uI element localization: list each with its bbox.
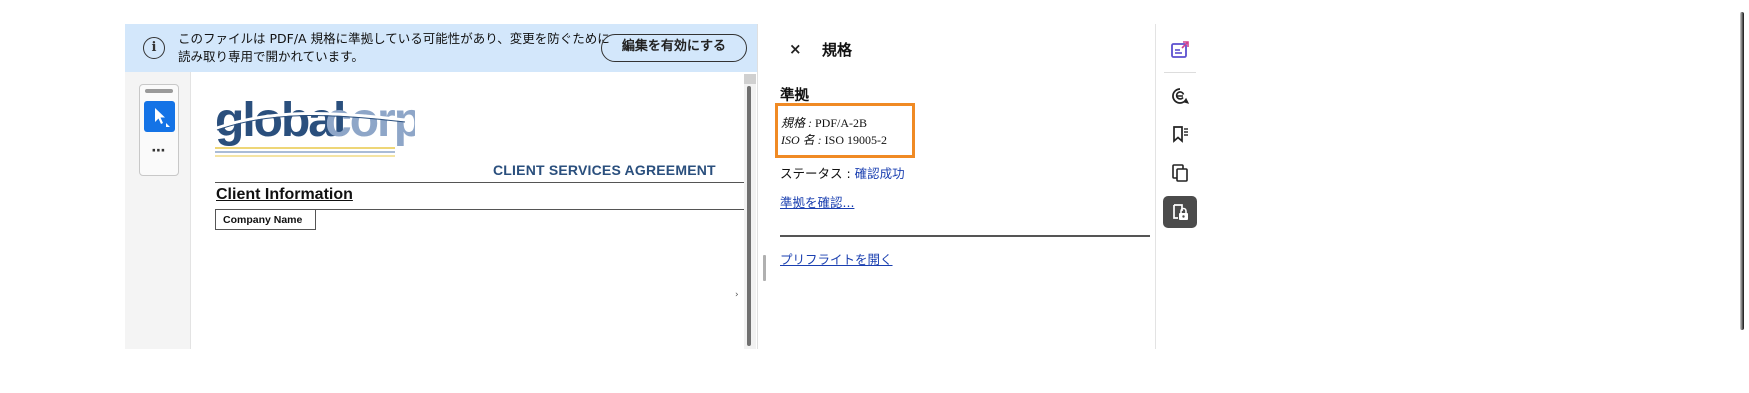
right-tool-rail (1155, 24, 1205, 349)
globalcorp-logo: global corp (215, 90, 424, 164)
info-icon: i (143, 37, 165, 59)
bookmark-icon (1173, 126, 1188, 143)
iso-value: ISO 19005-2 (824, 133, 888, 147)
client-information-heading: Client Information (216, 186, 353, 203)
standard-label: 規格 : (781, 116, 815, 130)
close-panel-button[interactable]: × (789, 40, 802, 58)
comment-icon (1172, 88, 1190, 104)
pages-icon (1172, 164, 1188, 182)
open-preflight-link[interactable]: プリフライトを開く (780, 249, 893, 268)
enable-editing-button[interactable]: 編集を有効にする (601, 34, 747, 62)
banner-message-line1: このファイルは PDF/A 規格に準拠している可能性があり、変更を防ぐために (178, 31, 610, 46)
scrollbar-thumb[interactable] (747, 86, 751, 346)
rail-standards-button[interactable] (1163, 196, 1197, 228)
rail-divider (1164, 72, 1196, 73)
window-edge-shadow (1740, 12, 1744, 330)
company-name-label: Company Name (223, 214, 303, 226)
verify-compliance-link[interactable]: 準拠を確認... (780, 192, 854, 211)
rail-bookmark-button[interactable] (1163, 118, 1197, 150)
panel-resize-handle[interactable] (763, 255, 766, 281)
compliance-heading: 準拠 (780, 88, 809, 104)
pdf-page: global corp CLIENT SERVICES AGREEMENT Cl… (203, 72, 745, 349)
quick-tools-toolbar: ⋯ (139, 84, 179, 176)
standard-value: PDF/A-2B (815, 116, 868, 130)
status-row: ステータス : 確認成功 (780, 163, 905, 182)
banner-message-line2: 読み取り専用で開かれています。 (178, 48, 364, 64)
acrobat-window: i このファイルは PDF/A 規格に準拠している可能性があり、変更を防ぐために… (125, 24, 1205, 349)
collapse-panel-arrow-icon[interactable]: › (735, 290, 739, 300)
document-area: ⋯ global corp CLIENT SERVICES AGREEMENT … (125, 72, 757, 349)
read-only-banner: i このファイルは PDF/A 規格に準拠している可能性があり、変更を防ぐために… (125, 24, 757, 72)
rail-comment-button[interactable] (1163, 80, 1197, 112)
iso-row: ISO 名 : ISO 19005-2 (781, 131, 887, 148)
banner-message: このファイルは PDF/A 規格に準拠している可能性があり、変更を防ぐために 読… (178, 30, 610, 65)
divider (780, 235, 1150, 237)
select-tool-button[interactable] (144, 101, 175, 132)
edit-pdf-icon (1171, 41, 1189, 58)
cursor-arrow-icon (155, 108, 170, 127)
quick-tools-strip: ⋯ (125, 72, 191, 349)
rail-pages-button[interactable] (1163, 157, 1197, 189)
divider (215, 182, 745, 183)
toolbar-drag-handle[interactable] (145, 89, 173, 93)
scrollbar-up[interactable] (744, 74, 756, 84)
standards-panel: × 規格 準拠 規格 : PDF/A-2B ISO 名 : ISO 19005-… (757, 24, 1155, 349)
status-value: 確認成功 (854, 166, 905, 181)
standard-row: 規格 : PDF/A-2B (781, 114, 867, 131)
iso-label: ISO 名 : (781, 133, 825, 147)
more-tools-button[interactable]: ⋯ (140, 143, 178, 159)
rail-edit-pdf-button[interactable] (1163, 34, 1197, 66)
agreement-title: CLIENT SERVICES AGREEMENT (493, 162, 716, 178)
standards-lock-icon (1173, 204, 1188, 220)
status-label: ステータス : (780, 166, 855, 181)
panel-title: 規格 (822, 41, 853, 59)
